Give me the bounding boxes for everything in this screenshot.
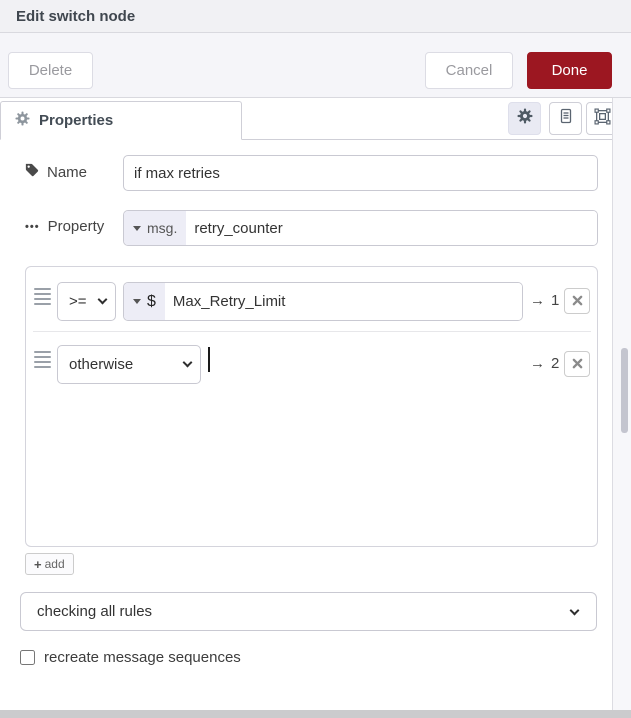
rule-2-output: → 2 (530, 355, 559, 372)
name-field-label: Name (25, 163, 87, 181)
gear-icon (15, 111, 30, 130)
property-label-text: Property (47, 218, 105, 235)
ellipsis-icon: ••• (25, 220, 40, 233)
rule-1-typed-input: $ (123, 282, 523, 321)
tab-properties[interactable]: Properties (0, 101, 242, 140)
gear-icon (517, 108, 533, 129)
node-properties-button[interactable] (508, 102, 541, 135)
chevron-down-icon (182, 357, 193, 368)
property-typed-input: msg. (123, 210, 598, 246)
rule-1-drag-handle[interactable] (34, 288, 51, 305)
close-icon (572, 357, 583, 372)
rule-2-remove-button[interactable] (564, 351, 590, 377)
rule-mode-value: checking all rules (37, 603, 153, 620)
property-value-input[interactable] (186, 211, 597, 245)
group-selection-icon (594, 107, 611, 130)
tab-bar: Properties (0, 98, 631, 140)
rules-list: >= $ → 1 otherwise (25, 266, 598, 547)
arrow-right-icon: → (530, 355, 545, 372)
recreate-sequences-checkbox[interactable] (20, 650, 35, 665)
close-icon (572, 294, 583, 309)
document-icon (558, 108, 574, 129)
tab-properties-label: Properties (39, 112, 114, 129)
rule-1-operator-value: >= (69, 293, 87, 310)
chevron-down-icon (97, 294, 108, 305)
add-rule-button[interactable]: + add (25, 553, 74, 575)
rule-2-drag-handle[interactable] (34, 351, 51, 368)
rule-2-operator-select[interactable]: otherwise (57, 345, 201, 384)
rule-2-output-number: 2 (551, 355, 560, 372)
delete-button[interactable]: Delete (8, 52, 93, 89)
property-field-label: ••• Property (25, 218, 104, 235)
text-cursor (208, 347, 210, 372)
recreate-sequences-row: recreate message sequences (20, 649, 241, 666)
rule-1-value-type-select[interactable]: $ (124, 283, 165, 320)
rule-1-operator-select[interactable]: >= (57, 282, 116, 321)
plus-icon: + (34, 556, 42, 572)
rule-1-remove-button[interactable] (564, 288, 590, 314)
rule-1-output-number: 1 (551, 292, 560, 309)
caret-down-icon (133, 225, 141, 231)
property-type-label: msg. (147, 220, 178, 236)
chevron-down-icon (569, 605, 580, 616)
dialog-button-bar: Delete Cancel Done (0, 33, 631, 98)
rule-mode-select[interactable]: checking all rules (20, 592, 597, 631)
name-input[interactable] (123, 155, 598, 191)
property-type-select[interactable]: msg. (124, 211, 187, 245)
rule-2-operator-value: otherwise (69, 356, 134, 373)
rule-1-value-type-label: $ (147, 292, 156, 310)
dialog-bottom-edge (0, 710, 631, 718)
add-rule-label: add (44, 557, 65, 571)
cancel-button[interactable]: Cancel (425, 52, 513, 89)
caret-down-icon (133, 299, 141, 304)
arrow-right-icon: → (530, 292, 545, 309)
node-description-button[interactable] (549, 102, 582, 135)
recreate-sequences-label: recreate message sequences (44, 649, 241, 666)
done-button[interactable]: Done (527, 52, 612, 89)
rule-1-output: → 1 (530, 292, 559, 309)
dialog-header: Edit switch node (0, 0, 631, 33)
name-label-text: Name (47, 163, 88, 181)
scrollbar-thumb[interactable] (621, 348, 628, 433)
tag-icon (25, 163, 39, 181)
rule-1-value-input[interactable] (164, 283, 522, 320)
rule-divider (33, 331, 591, 332)
dialog-title: Edit switch node (16, 7, 136, 25)
